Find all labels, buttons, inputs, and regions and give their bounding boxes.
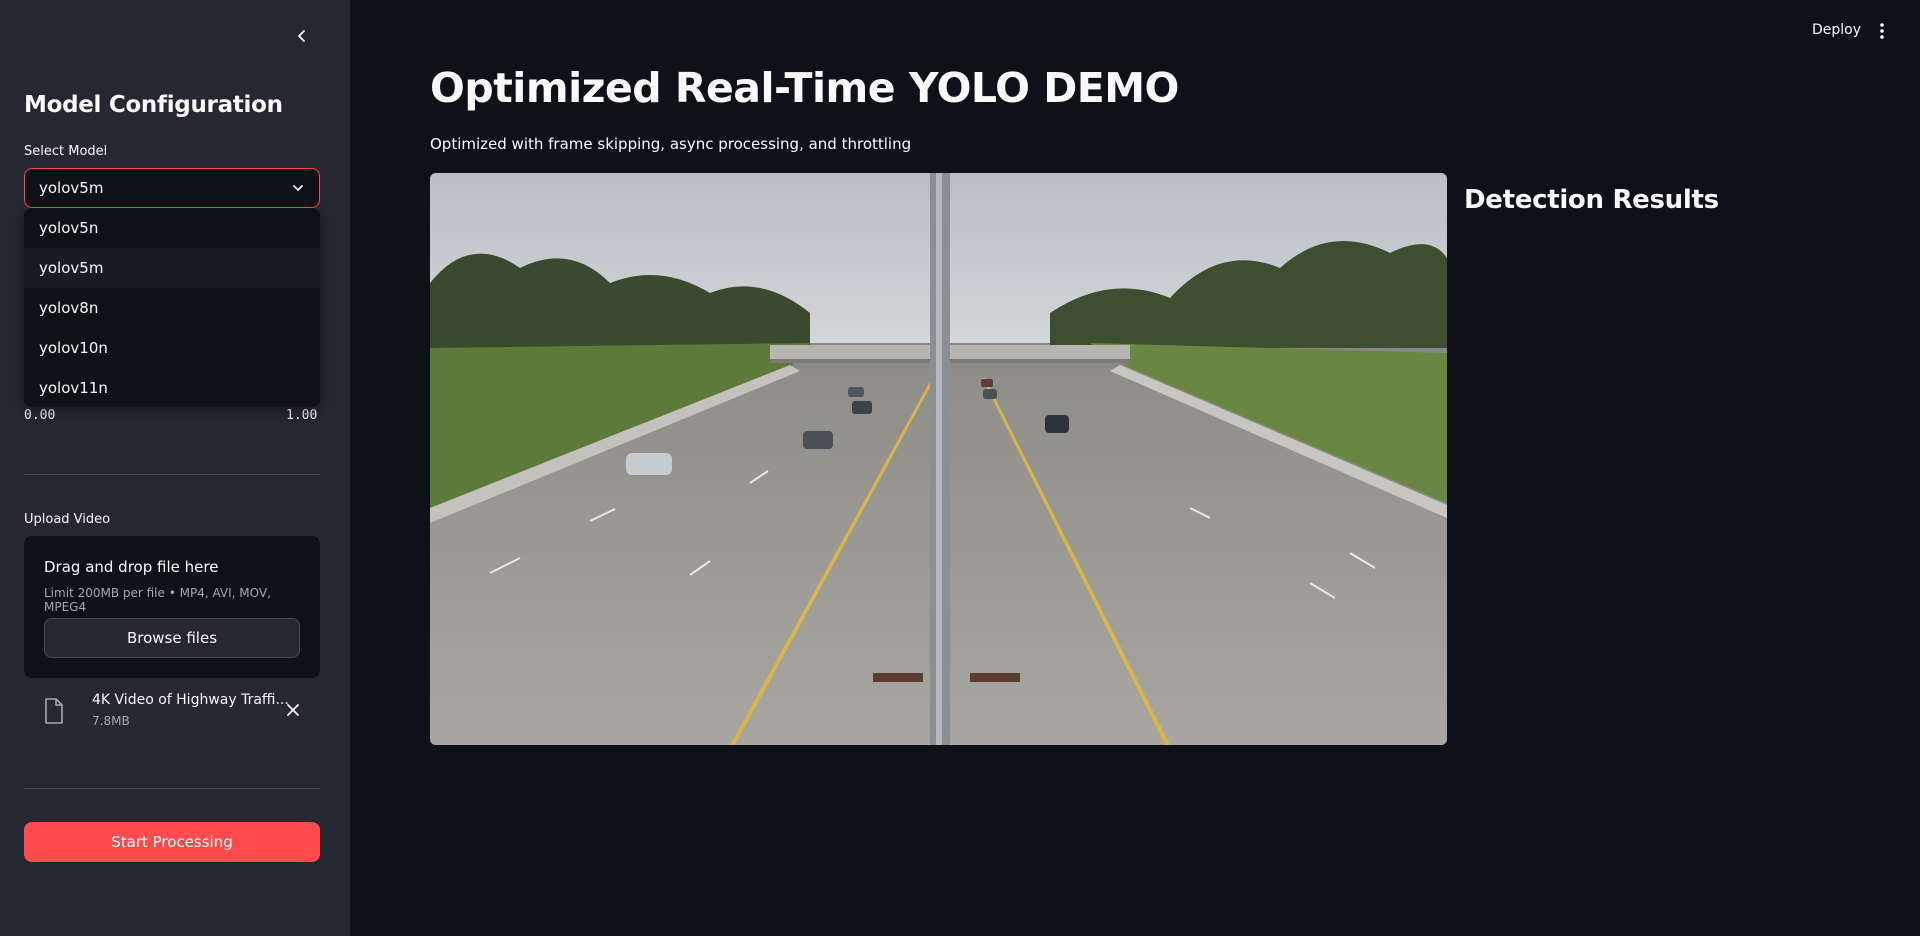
- divider: [24, 788, 320, 789]
- slider-max-value: 1.00: [286, 408, 318, 423]
- sidebar-title: Model Configuration: [24, 92, 283, 118]
- page-subtitle: Optimized with frame skipping, async pro…: [430, 135, 912, 153]
- slider-min-value: 0.00: [24, 408, 56, 423]
- select-model-label: Select Model: [24, 144, 108, 159]
- highway-video-image: [430, 173, 1447, 745]
- chevron-down-icon: [293, 185, 303, 191]
- file-icon: [45, 698, 63, 724]
- model-dropdown-menu: yolov5n yolov5m yolov8n yolov10n yolov11…: [24, 208, 320, 407]
- dropdown-option-yolov11n[interactable]: yolov11n: [24, 368, 320, 407]
- remove-file-button[interactable]: [282, 699, 304, 721]
- model-select-value: yolov5m: [39, 179, 104, 197]
- page-title: Optimized Real-Time YOLO DEMO: [430, 64, 1179, 112]
- dropzone-title: Drag and drop file here: [44, 558, 219, 576]
- dropzone-limit: Limit 200MB per file • MP4, AVI, MOV, MP…: [44, 586, 271, 614]
- video-frame: [430, 173, 1447, 745]
- dropdown-option-yolov8n[interactable]: yolov8n: [24, 288, 320, 328]
- close-icon: [287, 704, 299, 716]
- divider: [24, 474, 320, 475]
- dropdown-option-yolov5m[interactable]: yolov5m: [24, 248, 320, 288]
- model-select[interactable]: yolov5m: [24, 168, 320, 208]
- file-dropzone[interactable]: Drag and drop file here Limit 200MB per …: [24, 536, 320, 678]
- main-menu-button[interactable]: [1872, 20, 1892, 42]
- file-size: 7.8MB: [92, 714, 130, 728]
- deploy-button[interactable]: Deploy: [1812, 22, 1861, 38]
- file-name: 4K Video of Highway Traffi...: [92, 692, 289, 708]
- chevron-left-icon: [298, 30, 305, 42]
- sidebar: Model Configuration Select Model yolov5m…: [0, 0, 350, 936]
- upload-video-label: Upload Video: [24, 512, 111, 527]
- dropdown-option-yolov10n[interactable]: yolov10n: [24, 328, 320, 368]
- dropdown-option-yolov5n[interactable]: yolov5n: [24, 208, 320, 248]
- browse-files-button[interactable]: Browse files: [44, 618, 300, 658]
- kebab-menu-icon: [1880, 23, 1884, 39]
- collapse-sidebar-button[interactable]: [290, 24, 314, 48]
- uploaded-file: 4K Video of Highway Traffi... 7.8MB: [24, 688, 320, 742]
- detection-results-title: Detection Results: [1464, 185, 1719, 215]
- start-processing-button[interactable]: Start Processing: [24, 822, 320, 862]
